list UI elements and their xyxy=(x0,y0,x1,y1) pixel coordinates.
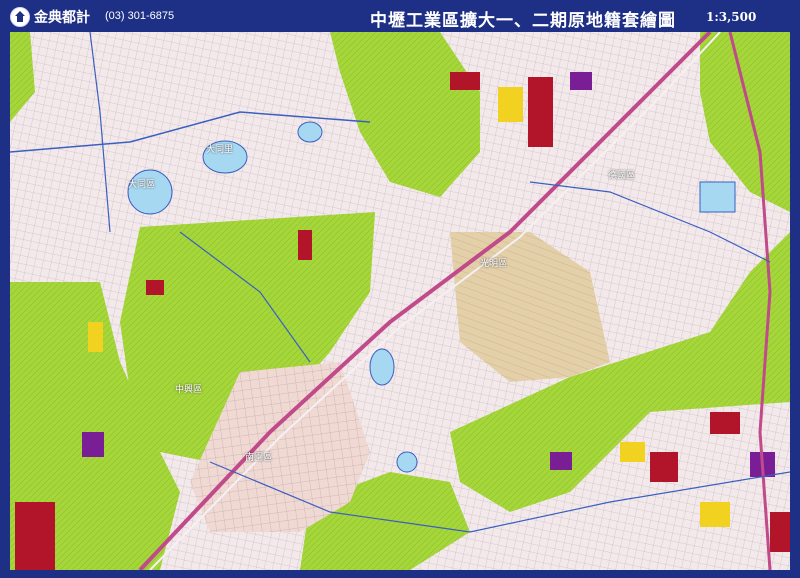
red-block-8 xyxy=(770,512,790,552)
pond-central xyxy=(369,348,395,386)
purple-block-2 xyxy=(82,432,104,457)
cadastral-map[interactable]: 大同區 大同里 中興區 光明區 德國區 南園區 xyxy=(10,32,790,570)
place-label-northeast: 德國區 xyxy=(608,171,636,181)
purple-block-3 xyxy=(550,452,572,470)
map-scale: 1:3,500 xyxy=(706,10,757,24)
company-logo-icon xyxy=(10,7,30,27)
red-block-4 xyxy=(146,280,164,295)
place-label-south: 南園區 xyxy=(245,453,273,463)
pond-south xyxy=(396,451,418,473)
purple-block-1 xyxy=(570,72,592,90)
brand-name: 金典都計 xyxy=(34,10,90,26)
yellow-block-3 xyxy=(620,442,645,462)
pond-north-2 xyxy=(297,121,323,143)
red-block-5 xyxy=(15,502,55,570)
map-frame: 金典都計 (03) 301-6875 中壢工業區擴大一、二期原地籍套繪圖 1:3… xyxy=(0,0,800,578)
phone-number: (03) 301-6875 xyxy=(105,10,175,22)
red-block-2 xyxy=(450,72,480,90)
place-label-daxing: 大同區 xyxy=(128,180,156,190)
place-label-east: 光明區 xyxy=(480,259,508,269)
red-block-3 xyxy=(298,230,312,260)
red-block-1 xyxy=(528,77,553,147)
yellow-block-1 xyxy=(498,87,523,122)
header-bar: 金典都計 (03) 301-6875 中壢工業區擴大一、二期原地籍套繪圖 1:3… xyxy=(0,0,800,32)
red-block-6 xyxy=(650,452,678,482)
pond-east xyxy=(699,181,736,213)
map-canvas xyxy=(10,32,790,570)
yellow-block-4 xyxy=(700,502,730,527)
place-label-north: 大同里 xyxy=(206,145,234,155)
map-title: 中壢工業區擴大一、二期原地籍套繪圖 xyxy=(370,11,676,31)
place-label-central: 中興區 xyxy=(175,385,203,395)
yellow-block-2 xyxy=(88,322,103,352)
red-block-7 xyxy=(710,412,740,434)
